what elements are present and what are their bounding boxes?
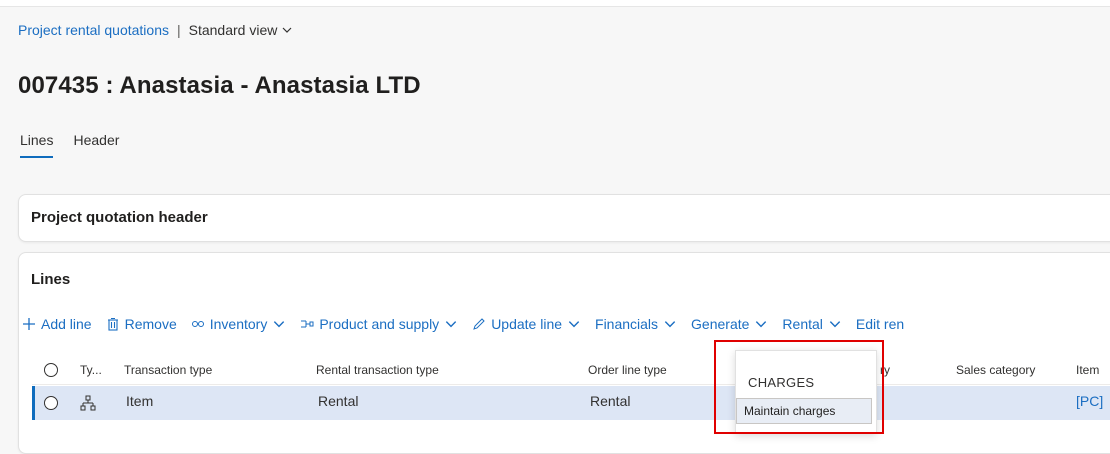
plus-icon xyxy=(23,318,35,330)
card-title: Project quotation header xyxy=(31,209,208,226)
column-header-category[interactable]: ry xyxy=(880,363,890,377)
project-quotation-header-card[interactable]: Project quotation header xyxy=(18,194,1110,242)
column-header-transaction-type[interactable]: Transaction type xyxy=(124,363,212,377)
selected-row-indicator xyxy=(32,386,35,420)
edit-rental-button[interactable]: Edit ren xyxy=(856,316,904,332)
view-selector[interactable]: Standard view xyxy=(189,22,294,38)
inventory-label: Inventory xyxy=(209,316,268,332)
update-line-button[interactable]: Update line xyxy=(472,316,581,332)
chevron-down-icon xyxy=(568,321,580,328)
generate-label: Generate xyxy=(691,316,750,332)
select-all-radio[interactable] xyxy=(44,363,58,377)
tab-lines[interactable]: Lines xyxy=(20,132,54,158)
update-line-label: Update line xyxy=(491,316,563,332)
chevron-down-icon xyxy=(829,321,841,328)
column-header-rental-transaction-type[interactable]: Rental transaction type xyxy=(316,363,439,377)
add-line-label: Add line xyxy=(41,316,92,332)
product-and-supply-label: Product and supply xyxy=(319,316,440,332)
remove-label: Remove xyxy=(124,316,177,332)
tab-bar: Lines Header xyxy=(20,132,119,158)
breadcrumb-separator: | xyxy=(176,22,181,38)
chevron-down-icon xyxy=(282,27,292,33)
column-header-sales-category[interactable]: Sales category xyxy=(956,363,1035,377)
inventory-button[interactable]: Inventory xyxy=(191,316,287,332)
maintain-charges-menu-item[interactable]: Maintain charges xyxy=(736,398,872,424)
flow-icon xyxy=(301,320,314,328)
breadcrumb-link[interactable]: Project rental quotations xyxy=(18,22,169,38)
inventory-icon xyxy=(191,321,204,327)
lines-card: Lines xyxy=(18,252,1110,454)
column-header-order-line-type[interactable]: Order line type xyxy=(588,363,667,377)
table-row[interactable]: Item Rental Rental [PC] xyxy=(32,386,1110,420)
pencil-icon xyxy=(473,318,485,330)
chevron-down-icon xyxy=(664,321,676,328)
generate-button[interactable]: Generate xyxy=(691,316,768,332)
rental-label: Rental xyxy=(782,316,823,332)
edit-rental-label: Edit ren xyxy=(855,316,905,332)
column-header-type[interactable]: Ty... xyxy=(80,363,102,377)
remove-button[interactable]: Remove xyxy=(106,316,177,332)
chevron-down-icon xyxy=(446,321,457,328)
cell-transaction-type[interactable]: Item xyxy=(126,393,153,409)
page-title: 007435 : Anastasia - Anastasia LTD xyxy=(18,72,421,99)
tab-header[interactable]: Header xyxy=(73,132,119,158)
financials-dropdown-menu: CHARGES Maintain charges xyxy=(735,350,877,434)
chevron-down-icon xyxy=(274,321,285,328)
view-selector-label: Standard view xyxy=(188,22,278,38)
cell-order-line-type[interactable]: Rental xyxy=(590,393,630,409)
top-bar xyxy=(0,0,1110,7)
cell-rental-transaction-type[interactable]: Rental xyxy=(318,393,358,409)
item-hierarchy-icon xyxy=(80,395,96,411)
financials-button[interactable]: Financials xyxy=(595,316,677,332)
breadcrumb: Project rental quotations | Standard vie… xyxy=(18,22,293,38)
lines-toolbar: Add line Remove Inventory Product and su… xyxy=(22,316,918,332)
chevron-down-icon xyxy=(756,321,767,328)
cell-item[interactable]: [PC] xyxy=(1076,393,1103,409)
product-and-supply-button[interactable]: Product and supply xyxy=(300,316,458,332)
menu-section-charges: CHARGES xyxy=(748,375,815,390)
financials-label: Financials xyxy=(595,316,659,332)
card-title: Lines xyxy=(31,271,71,288)
row-select-radio[interactable] xyxy=(44,396,58,410)
rental-button[interactable]: Rental xyxy=(782,316,841,332)
trash-icon xyxy=(107,317,118,331)
add-line-button[interactable]: Add line xyxy=(22,316,92,332)
column-header-item[interactable]: Item xyxy=(1076,363,1099,377)
grid-header: Ty... Transaction type Rental transactio… xyxy=(32,356,1110,385)
